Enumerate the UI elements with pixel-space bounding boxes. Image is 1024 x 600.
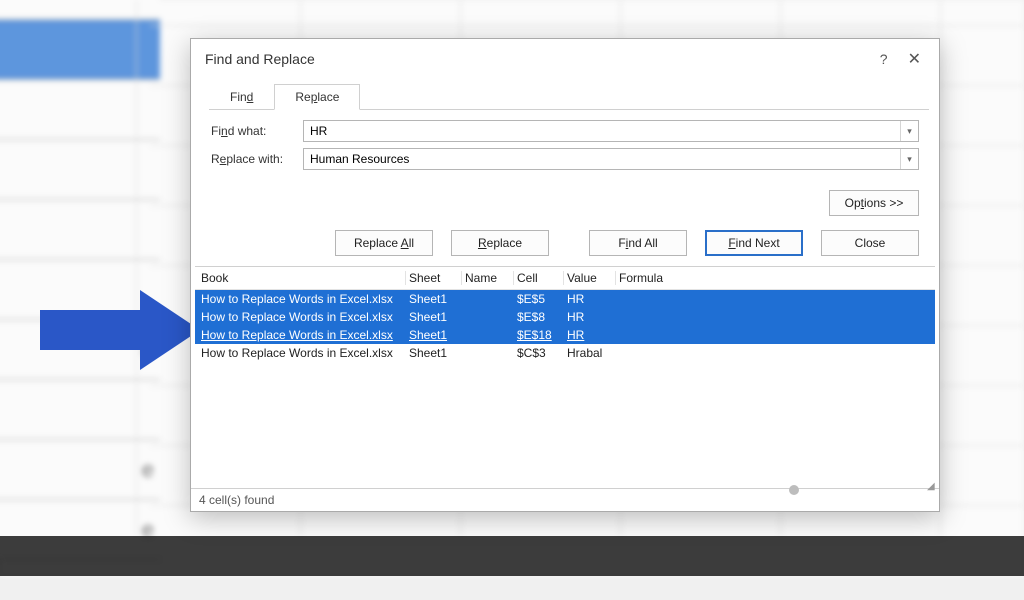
- find-what-label: Find what:: [211, 124, 303, 138]
- col-book[interactable]: Book: [198, 271, 406, 285]
- find-what-combo: ▾: [303, 120, 919, 142]
- results-area: Book Sheet Name Cell Value Formula How t…: [195, 266, 935, 488]
- results-row[interactable]: How to Replace Words in Excel.xlsxSheet1…: [195, 344, 935, 362]
- help-button[interactable]: ?: [870, 47, 898, 71]
- replace-all-button[interactable]: Replace All: [335, 230, 433, 256]
- dialog-buttons: Replace All Replace Find All Find Next C…: [191, 220, 939, 266]
- cell-book: How to Replace Words in Excel.xlsx: [198, 328, 406, 342]
- close-icon[interactable]: ✕: [898, 45, 931, 73]
- options-button[interactable]: Options >>: [829, 190, 919, 216]
- cell-value: Hrabal: [564, 346, 616, 360]
- close-button[interactable]: Close: [821, 230, 919, 256]
- cell-book: How to Replace Words in Excel.xlsx: [198, 346, 406, 360]
- tab-find[interactable]: Find: [209, 84, 274, 110]
- results-header[interactable]: Book Sheet Name Cell Value Formula: [195, 267, 935, 290]
- cell-cell: $C$3: [514, 346, 564, 360]
- find-replace-dialog: Find and Replace ? ✕ Find Replace Find w…: [190, 38, 940, 512]
- col-formula[interactable]: Formula: [616, 271, 932, 285]
- col-cell[interactable]: Cell: [514, 271, 564, 285]
- find-dropdown-icon[interactable]: ▾: [900, 121, 918, 141]
- dialog-title: Find and Replace: [205, 51, 315, 67]
- dialog-titlebar[interactable]: Find and Replace ? ✕: [191, 39, 939, 79]
- cell-value: HR: [564, 310, 616, 324]
- form-area: Find what: ▾ Replace with: ▾: [191, 110, 939, 182]
- col-value[interactable]: Value: [564, 271, 616, 285]
- results-row[interactable]: How to Replace Words in Excel.xlsxSheet1…: [195, 308, 935, 326]
- cell-cell: $E$8: [514, 310, 564, 324]
- cell-value: HR: [564, 292, 616, 306]
- replace-dropdown-icon[interactable]: ▾: [900, 149, 918, 169]
- cell-sheet: Sheet1: [406, 310, 462, 324]
- cell-sheet: Sheet1: [406, 292, 462, 306]
- cell-cell: $E$18: [514, 328, 564, 342]
- tabs: Find Replace: [209, 83, 929, 110]
- status-bar: 4 cell(s) found: [191, 488, 939, 511]
- find-next-button[interactable]: Find Next: [705, 230, 803, 256]
- find-all-button[interactable]: Find All: [589, 230, 687, 256]
- find-what-input[interactable]: [304, 121, 900, 141]
- cell-sheet: Sheet1: [406, 346, 462, 360]
- tab-replace[interactable]: Replace: [274, 84, 360, 110]
- scroll-indicator: [789, 485, 799, 495]
- col-sheet[interactable]: Sheet: [406, 271, 462, 285]
- cell-book: How to Replace Words in Excel.xlsx: [198, 310, 406, 324]
- col-name[interactable]: Name: [462, 271, 514, 285]
- cell-cell: $E$5: [514, 292, 564, 306]
- results-body[interactable]: How to Replace Words in Excel.xlsxSheet1…: [195, 290, 935, 488]
- replace-with-combo: ▾: [303, 148, 919, 170]
- taskbar: [0, 536, 1024, 576]
- cell-sheet: Sheet1: [406, 328, 462, 342]
- cell-book: How to Replace Words in Excel.xlsx: [198, 292, 406, 306]
- replace-button[interactable]: Replace: [451, 230, 549, 256]
- cell-value: HR: [564, 328, 616, 342]
- replace-with-input[interactable]: [304, 149, 900, 169]
- results-row[interactable]: How to Replace Words in Excel.xlsxSheet1…: [195, 326, 935, 344]
- results-row[interactable]: How to Replace Words in Excel.xlsxSheet1…: [195, 290, 935, 308]
- replace-with-label: Replace with:: [211, 152, 303, 166]
